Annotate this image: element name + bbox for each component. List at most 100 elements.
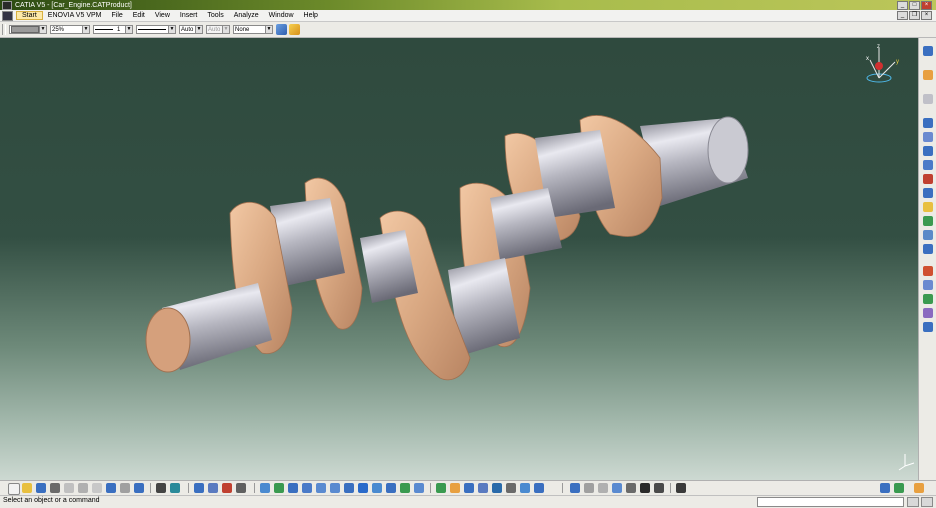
fix-icon[interactable] — [923, 322, 933, 332]
paste-icon[interactable] — [92, 483, 102, 493]
fit-all-icon[interactable] — [274, 483, 284, 493]
doc-restore-button[interactable]: ❐ — [909, 11, 920, 20]
previous-view-icon[interactable] — [584, 483, 594, 493]
graph-tree-icon[interactable] — [923, 174, 933, 184]
new-icon[interactable] — [8, 483, 20, 495]
menu-tools[interactable]: Tools — [202, 12, 228, 19]
command-cancel-button[interactable] — [921, 497, 933, 507]
replace-component-icon[interactable] — [923, 160, 933, 170]
catia-app-icon[interactable] — [2, 0, 12, 10]
compass-tool-icon[interactable] — [570, 483, 580, 493]
cut-icon[interactable] — [64, 483, 74, 493]
zoom-in-icon[interactable] — [316, 483, 326, 493]
3d-viewport[interactable]: z y x — [0, 38, 918, 480]
chevron-down-icon[interactable]: ▼ — [125, 26, 132, 33]
multi-view-icon[interactable] — [358, 483, 368, 493]
analysis-icon[interactable] — [506, 483, 516, 493]
menu-view[interactable]: View — [150, 12, 175, 19]
menu-window[interactable]: Window — [264, 12, 299, 19]
reorder-icon[interactable] — [923, 188, 933, 198]
constraint-icon[interactable] — [923, 266, 933, 276]
chevron-down-icon[interactable]: ▼ — [82, 26, 89, 33]
save-icon[interactable] — [36, 483, 46, 493]
select-icon[interactable] — [923, 70, 933, 80]
menu-file[interactable]: File — [106, 12, 127, 19]
new-product-icon[interactable] — [923, 118, 933, 128]
lighting-icon[interactable] — [626, 483, 636, 493]
pan-icon[interactable] — [288, 483, 298, 493]
help-icon[interactable] — [134, 483, 144, 493]
render-icon[interactable] — [534, 483, 544, 493]
hide-show-icon[interactable] — [400, 483, 410, 493]
chevron-down-icon[interactable]: ▼ — [265, 26, 272, 33]
maximize-button[interactable]: □ — [909, 1, 920, 10]
insert-component-icon[interactable] — [923, 94, 933, 104]
redo-icon[interactable] — [120, 483, 130, 493]
line-type-combo[interactable]: ▼ — [136, 25, 176, 34]
coincidence-icon[interactable] — [923, 280, 933, 290]
tree-icon[interactable] — [208, 483, 218, 493]
zoom-out-icon[interactable] — [330, 483, 340, 493]
chevron-down-icon[interactable]: ▼ — [168, 26, 175, 33]
properties-brush-icon[interactable] — [289, 24, 300, 35]
toolbar-grip[interactable] — [2, 24, 6, 35]
menu-enovia[interactable]: ENOVIA V5 VPM — [43, 12, 107, 19]
shading-icon[interactable] — [386, 483, 396, 493]
document-icon[interactable] — [2, 10, 13, 21]
explode-icon[interactable] — [923, 244, 933, 254]
power-input[interactable] — [757, 497, 904, 507]
copy-icon[interactable] — [78, 483, 88, 493]
assembly-design-icon[interactable] — [464, 483, 474, 493]
chevron-down-icon[interactable]: ▼ — [195, 26, 202, 33]
doc-close-button[interactable]: × — [921, 11, 932, 20]
iso-view-icon[interactable] — [372, 483, 382, 493]
formula-icon[interactable] — [156, 483, 166, 493]
normal-view-icon[interactable] — [344, 483, 354, 493]
print-icon[interactable] — [50, 483, 60, 493]
reset-icon[interactable] — [894, 483, 904, 493]
line-thickness-combo[interactable]: 1 ▼ — [93, 25, 133, 34]
next-view-icon[interactable] — [598, 483, 608, 493]
numbering-icon[interactable] — [923, 202, 933, 212]
measure-icon[interactable] — [236, 483, 246, 493]
fly-mode-icon[interactable] — [260, 483, 270, 493]
layer-combo[interactable]: None ▼ — [233, 25, 273, 34]
transparency-combo[interactable]: 25% ▼ — [50, 25, 90, 34]
point-type-combo[interactable]: Auto ▼ — [179, 25, 203, 34]
materials-icon[interactable] — [640, 483, 650, 493]
open-icon[interactable] — [22, 483, 32, 493]
snap-icon[interactable] — [923, 230, 933, 240]
search-icon[interactable] — [612, 483, 622, 493]
close-button[interactable]: × — [921, 1, 932, 10]
doc-minimize-button[interactable]: _ — [897, 11, 908, 20]
menu-analyze[interactable]: Analyze — [229, 12, 264, 19]
drafting-icon[interactable] — [478, 483, 488, 493]
crankshaft-model[interactable]: z y x — [0, 38, 918, 480]
manipulate-icon[interactable] — [923, 216, 933, 226]
undo-icon[interactable] — [106, 483, 116, 493]
kinematics-icon[interactable] — [492, 483, 502, 493]
menu-edit[interactable]: Edit — [128, 12, 150, 19]
compass-icon[interactable]: z y x — [866, 44, 899, 83]
comment-icon[interactable] — [170, 483, 180, 493]
fill-color-combo[interactable]: ▼ — [9, 25, 47, 34]
new-part-icon[interactable] — [923, 132, 933, 142]
product-structure-icon[interactable] — [923, 46, 933, 56]
dmu-icon[interactable] — [520, 483, 530, 493]
render-style-icon[interactable] — [654, 483, 664, 493]
menu-insert[interactable]: Insert — [175, 12, 203, 19]
swap-visible-space-icon[interactable] — [414, 483, 424, 493]
minimize-button[interactable]: _ — [897, 1, 908, 10]
offset-icon[interactable] — [923, 308, 933, 318]
workbench-icon[interactable] — [436, 483, 446, 493]
part-design-icon[interactable] — [450, 483, 460, 493]
existing-component-icon[interactable] — [923, 146, 933, 156]
rotate-icon[interactable] — [302, 483, 312, 493]
painter-icon[interactable] — [276, 24, 287, 35]
menu-help[interactable]: Help — [299, 12, 323, 19]
sectioning-icon[interactable] — [222, 483, 232, 493]
contact-icon[interactable] — [923, 294, 933, 304]
device-icon[interactable] — [676, 483, 686, 493]
switch-icon[interactable] — [880, 483, 890, 493]
chevron-down-icon[interactable]: ▼ — [39, 26, 46, 33]
